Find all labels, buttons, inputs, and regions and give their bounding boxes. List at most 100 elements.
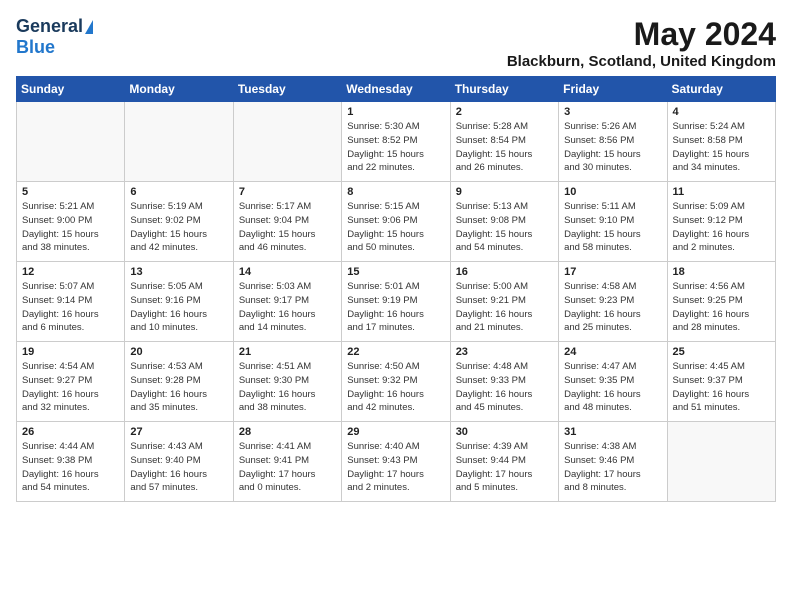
day-detail: Sunrise: 5:03 AM Sunset: 9:17 PM Dayligh… (239, 280, 336, 335)
calendar-day-cell: 2 Sunrise: 5:28 AM Sunset: 8:54 PM Daylig… (450, 102, 558, 182)
day-detail: Sunrise: 5:15 AM Sunset: 9:06 PM Dayligh… (347, 200, 444, 255)
day-of-week-header: Friday (559, 77, 667, 102)
day-detail: Sunrise: 4:43 AM Sunset: 9:40 PM Dayligh… (130, 440, 227, 495)
day-detail: Sunrise: 4:58 AM Sunset: 9:23 PM Dayligh… (564, 280, 661, 335)
calendar-day-cell (125, 102, 233, 182)
calendar-day-cell: 27 Sunrise: 4:43 AM Sunset: 9:40 PM Dayli… (125, 422, 233, 502)
calendar-day-cell: 6 Sunrise: 5:19 AM Sunset: 9:02 PM Daylig… (125, 182, 233, 262)
calendar-day-cell: 25 Sunrise: 4:45 AM Sunset: 9:37 PM Dayli… (667, 342, 775, 422)
calendar-day-cell: 13 Sunrise: 5:05 AM Sunset: 9:16 PM Dayli… (125, 262, 233, 342)
logo-icon (85, 20, 93, 34)
day-of-week-header: Sunday (17, 77, 125, 102)
day-detail: Sunrise: 5:21 AM Sunset: 9:00 PM Dayligh… (22, 200, 119, 255)
calendar-day-cell: 12 Sunrise: 5:07 AM Sunset: 9:14 PM Dayli… (17, 262, 125, 342)
calendar-day-cell: 31Sunrise: 4:38 AM Sunset: 9:46 PM Dayli… (559, 422, 667, 502)
day-detail: Sunrise: 4:39 AM Sunset: 9:44 PM Dayligh… (456, 440, 553, 495)
day-number: 8 (347, 186, 444, 198)
month-title: May 2024 (507, 16, 776, 53)
calendar-day-cell: 19 Sunrise: 4:54 AM Sunset: 9:27 PM Dayli… (17, 342, 125, 422)
day-number: 2 (456, 106, 553, 118)
day-number: 10 (564, 186, 661, 198)
day-number: 27 (130, 426, 227, 438)
day-number: 6 (130, 186, 227, 198)
day-detail: Sunrise: 5:05 AM Sunset: 9:16 PM Dayligh… (130, 280, 227, 335)
calendar-week-row: 5 Sunrise: 5:21 AM Sunset: 9:00 PM Daylig… (17, 182, 776, 262)
day-number: 5 (22, 186, 119, 198)
calendar-day-cell: 1 Sunrise: 5:30 AM Sunset: 8:52 PM Daylig… (342, 102, 450, 182)
calendar-day-cell: 15Sunrise: 5:01 AM Sunset: 9:19 PM Dayli… (342, 262, 450, 342)
day-number: 7 (239, 186, 336, 198)
day-detail: Sunrise: 5:30 AM Sunset: 8:52 PM Dayligh… (347, 120, 444, 175)
calendar-day-cell (17, 102, 125, 182)
calendar-day-cell: 20 Sunrise: 4:53 AM Sunset: 9:28 PM Dayli… (125, 342, 233, 422)
day-detail: Sunrise: 5:19 AM Sunset: 9:02 PM Dayligh… (130, 200, 227, 255)
day-detail: Sunrise: 4:44 AM Sunset: 9:38 PM Dayligh… (22, 440, 119, 495)
calendar-week-row: 19 Sunrise: 4:54 AM Sunset: 9:27 PM Dayli… (17, 342, 776, 422)
calendar-day-cell: 4 Sunrise: 5:24 AM Sunset: 8:58 PM Daylig… (667, 102, 775, 182)
day-number: 15 (347, 266, 444, 278)
day-number: 31 (564, 426, 661, 438)
day-number: 14 (239, 266, 336, 278)
day-of-week-header: Monday (125, 77, 233, 102)
day-number: 20 (130, 346, 227, 358)
location-text: Blackburn, Scotland, United Kingdom (507, 53, 776, 70)
day-number: 19 (22, 346, 119, 358)
calendar-day-cell: 14 Sunrise: 5:03 AM Sunset: 9:17 PM Dayli… (233, 262, 341, 342)
day-detail: Sunrise: 4:41 AM Sunset: 9:41 PM Dayligh… (239, 440, 336, 495)
day-detail: Sunrise: 5:09 AM Sunset: 9:12 PM Dayligh… (673, 200, 770, 255)
calendar-week-row: 12 Sunrise: 5:07 AM Sunset: 9:14 PM Dayli… (17, 262, 776, 342)
day-number: 24 (564, 346, 661, 358)
day-detail: Sunrise: 5:07 AM Sunset: 9:14 PM Dayligh… (22, 280, 119, 335)
day-number: 25 (673, 346, 770, 358)
day-of-week-header: Thursday (450, 77, 558, 102)
calendar-header-row: SundayMondayTuesdayWednesdayThursdayFrid… (17, 77, 776, 102)
calendar-day-cell: 16Sunrise: 5:00 AM Sunset: 9:21 PM Dayli… (450, 262, 558, 342)
calendar-day-cell: 28 Sunrise: 4:41 AM Sunset: 9:41 PM Dayli… (233, 422, 341, 502)
day-number: 28 (239, 426, 336, 438)
calendar-day-cell: 23Sunrise: 4:48 AM Sunset: 9:33 PM Dayli… (450, 342, 558, 422)
calendar-day-cell: 11Sunrise: 5:09 AM Sunset: 9:12 PM Dayli… (667, 182, 775, 262)
day-number: 17 (564, 266, 661, 278)
day-detail: Sunrise: 4:56 AM Sunset: 9:25 PM Dayligh… (673, 280, 770, 335)
calendar-day-cell: 8 Sunrise: 5:15 AM Sunset: 9:06 PM Daylig… (342, 182, 450, 262)
day-of-week-header: Tuesday (233, 77, 341, 102)
day-number: 9 (456, 186, 553, 198)
day-detail: Sunrise: 4:40 AM Sunset: 9:43 PM Dayligh… (347, 440, 444, 495)
day-of-week-header: Saturday (667, 77, 775, 102)
day-number: 30 (456, 426, 553, 438)
day-number: 4 (673, 106, 770, 118)
day-number: 13 (130, 266, 227, 278)
calendar-day-cell: 26 Sunrise: 4:44 AM Sunset: 9:38 PM Dayli… (17, 422, 125, 502)
day-number: 23 (456, 346, 553, 358)
day-of-week-header: Wednesday (342, 77, 450, 102)
calendar-day-cell: 24 Sunrise: 4:47 AM Sunset: 9:35 PM Dayli… (559, 342, 667, 422)
day-number: 26 (22, 426, 119, 438)
calendar-day-cell: 18 Sunrise: 4:56 AM Sunset: 9:25 PM Dayli… (667, 262, 775, 342)
calendar-day-cell: 9Sunrise: 5:13 AM Sunset: 9:08 PM Daylig… (450, 182, 558, 262)
calendar-day-cell (233, 102, 341, 182)
day-detail: Sunrise: 5:26 AM Sunset: 8:56 PM Dayligh… (564, 120, 661, 175)
day-detail: Sunrise: 5:24 AM Sunset: 8:58 PM Dayligh… (673, 120, 770, 175)
calendar-day-cell: 29Sunrise: 4:40 AM Sunset: 9:43 PM Dayli… (342, 422, 450, 502)
day-detail: Sunrise: 4:54 AM Sunset: 9:27 PM Dayligh… (22, 360, 119, 415)
day-detail: Sunrise: 4:47 AM Sunset: 9:35 PM Dayligh… (564, 360, 661, 415)
day-detail: Sunrise: 4:45 AM Sunset: 9:37 PM Dayligh… (673, 360, 770, 415)
day-detail: Sunrise: 5:00 AM Sunset: 9:21 PM Dayligh… (456, 280, 553, 335)
calendar-week-row: 1 Sunrise: 5:30 AM Sunset: 8:52 PM Daylig… (17, 102, 776, 182)
calendar-table: SundayMondayTuesdayWednesdayThursdayFrid… (16, 76, 776, 502)
day-number: 12 (22, 266, 119, 278)
day-detail: Sunrise: 4:50 AM Sunset: 9:32 PM Dayligh… (347, 360, 444, 415)
calendar-day-cell: 17 Sunrise: 4:58 AM Sunset: 9:23 PM Dayli… (559, 262, 667, 342)
page-header: General Blue May 2024 Blackburn, Scotlan… (16, 16, 776, 70)
calendar-day-cell: 5 Sunrise: 5:21 AM Sunset: 9:00 PM Daylig… (17, 182, 125, 262)
day-detail: Sunrise: 5:11 AM Sunset: 9:10 PM Dayligh… (564, 200, 661, 255)
day-number: 22 (347, 346, 444, 358)
day-detail: Sunrise: 4:51 AM Sunset: 9:30 PM Dayligh… (239, 360, 336, 415)
day-number: 18 (673, 266, 770, 278)
calendar-day-cell: 10 Sunrise: 5:11 AM Sunset: 9:10 PM Dayli… (559, 182, 667, 262)
day-detail: Sunrise: 4:53 AM Sunset: 9:28 PM Dayligh… (130, 360, 227, 415)
day-number: 21 (239, 346, 336, 358)
day-number: 1 (347, 106, 444, 118)
day-detail: Sunrise: 5:28 AM Sunset: 8:54 PM Dayligh… (456, 120, 553, 175)
title-block: May 2024 Blackburn, Scotland, United Kin… (507, 16, 776, 70)
